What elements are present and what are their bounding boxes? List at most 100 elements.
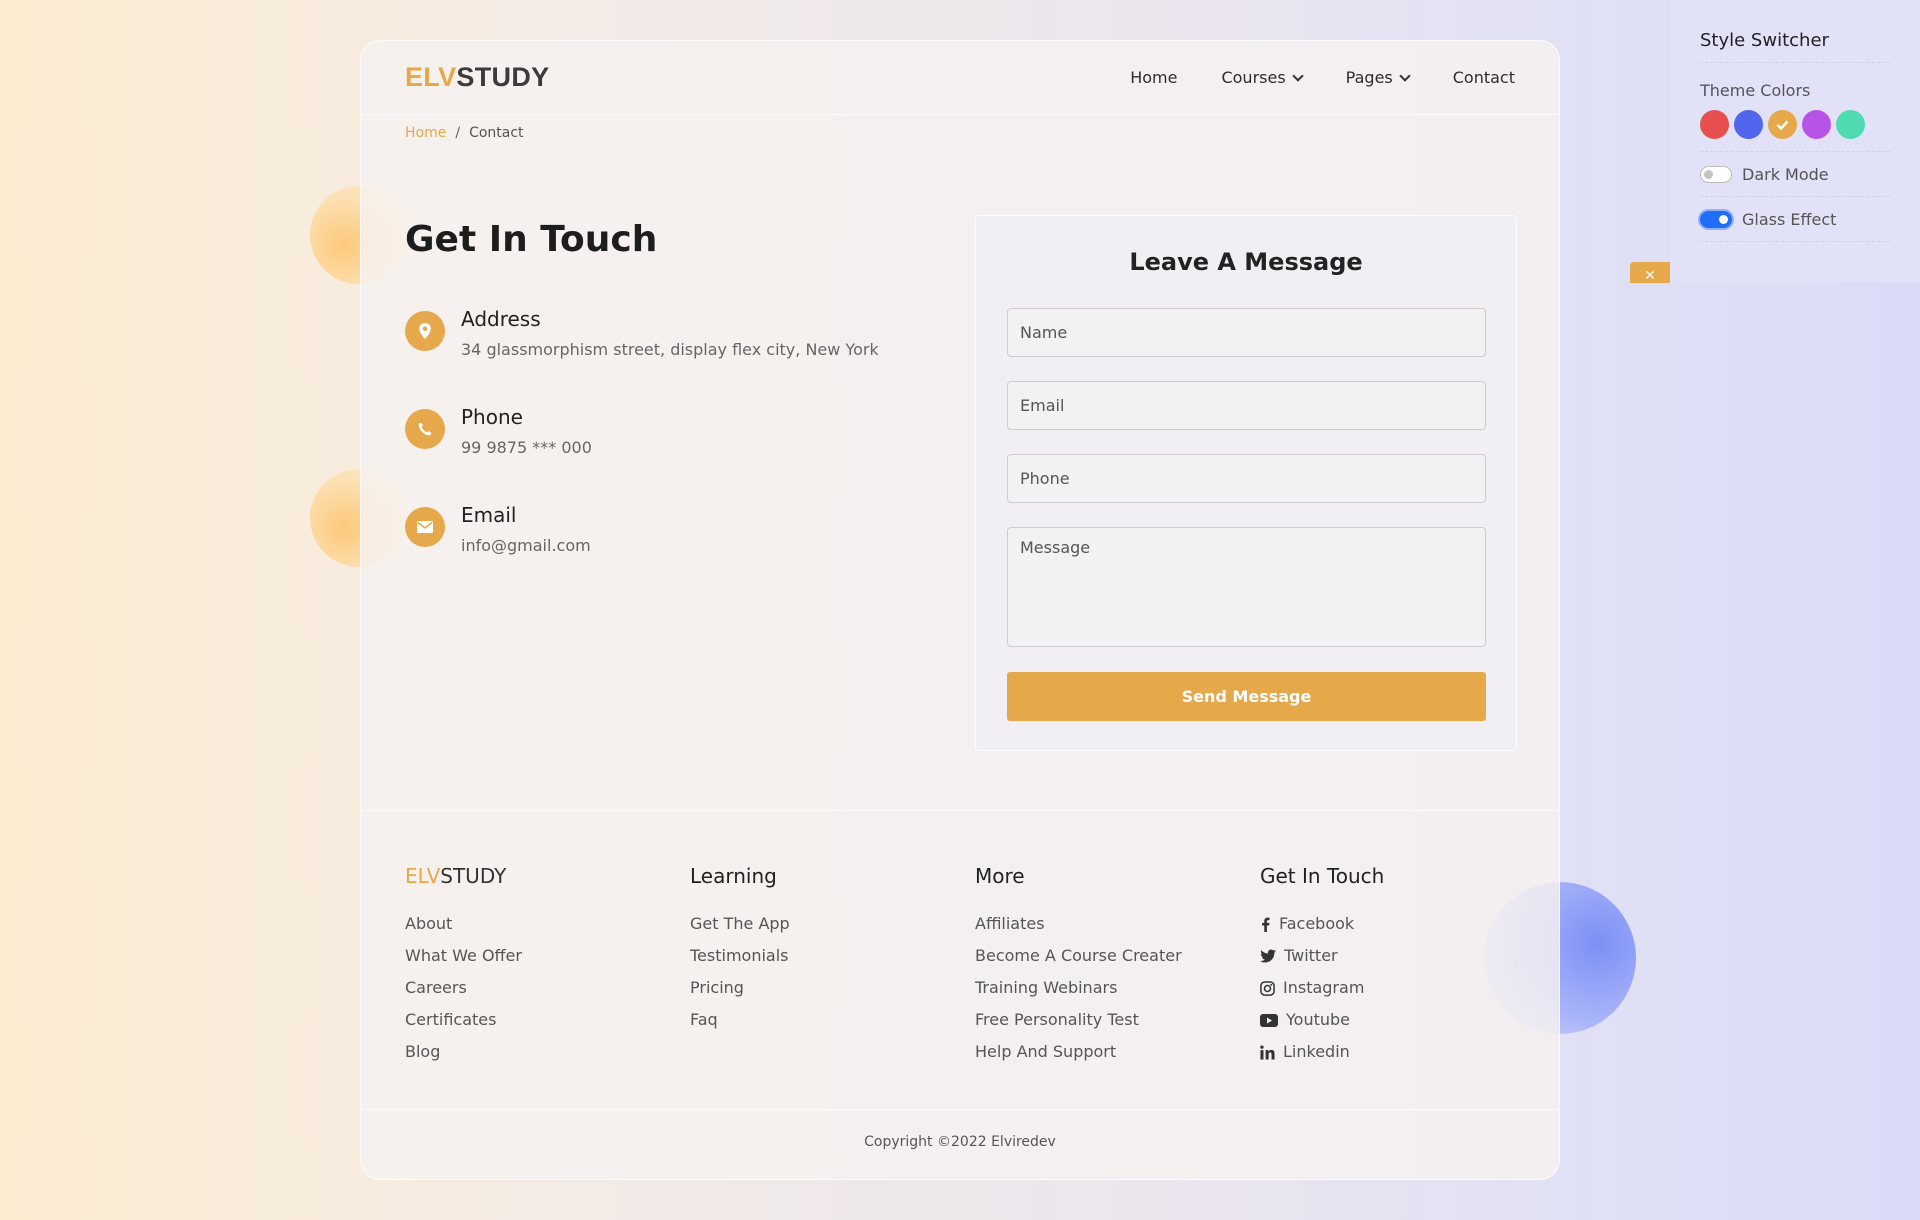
youtube-icon bbox=[1260, 1013, 1278, 1027]
nav-home-label: Home bbox=[1130, 68, 1178, 87]
phone-icon bbox=[405, 409, 445, 449]
dark-mode-label: Dark Mode bbox=[1742, 165, 1829, 184]
theme-color-options bbox=[1700, 110, 1890, 152]
contact-phone: Phone 99 9875 *** 000 bbox=[405, 405, 592, 457]
social-link-instagram[interactable]: Instagram bbox=[1260, 972, 1384, 1004]
address-label: Address bbox=[461, 307, 541, 331]
chevron-down-icon bbox=[1292, 69, 1304, 82]
footer-heading: Learning bbox=[690, 864, 777, 888]
theme-color-swatch[interactable] bbox=[1734, 110, 1763, 139]
check-icon bbox=[1776, 120, 1789, 130]
footer-divider bbox=[361, 1109, 1559, 1110]
footer-link[interactable]: About bbox=[405, 908, 522, 940]
switcher-close-button[interactable]: ✕ bbox=[1630, 262, 1670, 283]
close-icon: ✕ bbox=[1644, 268, 1656, 283]
facebook-icon bbox=[1262, 917, 1270, 932]
logo-text: STUDY bbox=[456, 62, 550, 92]
social-link-twitter[interactable]: Twitter bbox=[1260, 940, 1384, 972]
nav-courses-label: Courses bbox=[1221, 68, 1286, 87]
footer-col-learning: Learning Get The App Testimonials Pricin… bbox=[690, 864, 790, 1036]
site-logo[interactable]: ELVSTUDY bbox=[405, 62, 549, 93]
footer-logo-text: STUDY bbox=[440, 864, 507, 888]
instagram-icon bbox=[1260, 980, 1275, 996]
glass-effect-row: Glass Effect bbox=[1700, 197, 1890, 242]
social-label: Twitter bbox=[1284, 946, 1338, 965]
footer-link[interactable]: Certificates bbox=[405, 1004, 522, 1036]
nav-courses[interactable]: Courses bbox=[1221, 68, 1304, 87]
address-value: 34 glassmorphism street, display flex ci… bbox=[461, 340, 879, 359]
glass-effect-label: Glass Effect bbox=[1742, 210, 1837, 229]
dark-mode-toggle[interactable] bbox=[1700, 166, 1732, 183]
phone-label: Phone bbox=[461, 405, 523, 429]
social-label: Instagram bbox=[1283, 978, 1365, 997]
form-title: Leave A Message bbox=[1129, 248, 1363, 276]
footer-link[interactable]: Testimonials bbox=[690, 940, 790, 972]
nav-pages-label: Pages bbox=[1345, 68, 1393, 87]
footer-link[interactable]: Pricing bbox=[690, 972, 790, 1004]
footer-link[interactable]: Get The App bbox=[690, 908, 790, 940]
breadcrumb-separator: / bbox=[455, 125, 461, 141]
phone-value: 99 9875 *** 000 bbox=[461, 438, 592, 457]
navbar: ELVSTUDY Home Courses Pages Contact bbox=[361, 41, 1559, 115]
breadcrumb: Home / Contact bbox=[405, 125, 524, 141]
theme-color-swatch[interactable] bbox=[1700, 110, 1729, 139]
contact-address: Address 34 glassmorphism street, display… bbox=[405, 307, 879, 359]
map-pin-icon bbox=[405, 311, 445, 351]
footer-link[interactable]: Help And Support bbox=[975, 1036, 1182, 1068]
toggle-knob bbox=[1704, 170, 1713, 179]
breadcrumb-home-link[interactable]: Home bbox=[405, 125, 446, 141]
email-input[interactable]: Email bbox=[1007, 381, 1486, 430]
footer-divider bbox=[361, 810, 1559, 811]
nav-contact-label: Contact bbox=[1452, 68, 1515, 87]
send-message-button[interactable]: Send Message bbox=[1007, 672, 1486, 721]
logo-accent: ELV bbox=[405, 62, 457, 92]
footer-link[interactable]: What We Offer bbox=[405, 940, 522, 972]
footer-link[interactable]: Careers bbox=[405, 972, 522, 1004]
breadcrumb-current: Contact bbox=[469, 125, 524, 141]
footer-link[interactable]: Affiliates bbox=[975, 908, 1182, 940]
footer-heading: More bbox=[975, 864, 1025, 888]
social-link-linkedin[interactable]: Linkedin bbox=[1260, 1036, 1384, 1068]
social-label: Facebook bbox=[1279, 914, 1355, 933]
footer-link[interactable]: Become A Course Creater bbox=[975, 940, 1182, 972]
social-label: Linkedin bbox=[1283, 1042, 1350, 1061]
linkedin-icon bbox=[1260, 1044, 1275, 1060]
message-textarea[interactable]: Message bbox=[1007, 527, 1486, 647]
social-link-youtube[interactable]: Youtube bbox=[1260, 1004, 1384, 1036]
footer-col-social: Get In Touch Facebook Twitter Instagram … bbox=[1260, 864, 1384, 1068]
message-form: Leave A Message Name Email Phone Message… bbox=[975, 215, 1517, 751]
glass-effect-toggle[interactable] bbox=[1700, 211, 1732, 228]
phone-input[interactable]: Phone bbox=[1007, 454, 1486, 503]
social-link-facebook[interactable]: Facebook bbox=[1260, 908, 1384, 940]
social-label: Youtube bbox=[1286, 1010, 1350, 1029]
footer-heading: Get In Touch bbox=[1260, 864, 1385, 888]
theme-color-swatch[interactable] bbox=[1768, 110, 1797, 139]
footer-col-brand: ELVSTUDY About What We Offer Careers Cer… bbox=[405, 864, 522, 1068]
footer-logo[interactable]: ELVSTUDY bbox=[405, 864, 522, 888]
contact-title: Get In Touch bbox=[405, 219, 658, 260]
nav-pages[interactable]: Pages bbox=[1345, 68, 1411, 87]
dark-mode-row: Dark Mode bbox=[1700, 152, 1890, 197]
footer-link[interactable]: Faq bbox=[690, 1004, 790, 1036]
name-input[interactable]: Name bbox=[1007, 308, 1486, 357]
footer-logo-accent: ELV bbox=[405, 864, 441, 888]
nav-contact[interactable]: Contact bbox=[1453, 68, 1515, 87]
main-menu: Home Courses Pages Contact bbox=[1130, 68, 1515, 87]
nav-home[interactable]: Home bbox=[1130, 68, 1177, 87]
theme-color-swatch[interactable] bbox=[1836, 110, 1865, 139]
twitter-icon bbox=[1260, 949, 1276, 963]
toggle-knob bbox=[1719, 215, 1728, 224]
theme-color-swatch[interactable] bbox=[1802, 110, 1831, 139]
glass-card: ELVSTUDY Home Courses Pages Contact Home… bbox=[360, 40, 1560, 1180]
contact-email: Email info@gmail.com bbox=[405, 503, 591, 555]
email-value: info@gmail.com bbox=[461, 536, 591, 555]
email-label: Email bbox=[461, 503, 517, 527]
chevron-down-icon bbox=[1399, 69, 1411, 82]
footer-link[interactable]: Training Webinars bbox=[975, 972, 1182, 1004]
footer-col-more: More Affiliates Become A Course Creater … bbox=[975, 864, 1182, 1068]
footer-link[interactable]: Free Personality Test bbox=[975, 1004, 1182, 1036]
footer-link[interactable]: Blog bbox=[405, 1036, 522, 1068]
style-switcher-panel: Style Switcher Theme Colors Dark Mode Gl… bbox=[1670, 0, 1920, 283]
theme-colors-label: Theme Colors bbox=[1700, 81, 1811, 100]
switcher-title: Style Switcher bbox=[1700, 30, 1890, 63]
